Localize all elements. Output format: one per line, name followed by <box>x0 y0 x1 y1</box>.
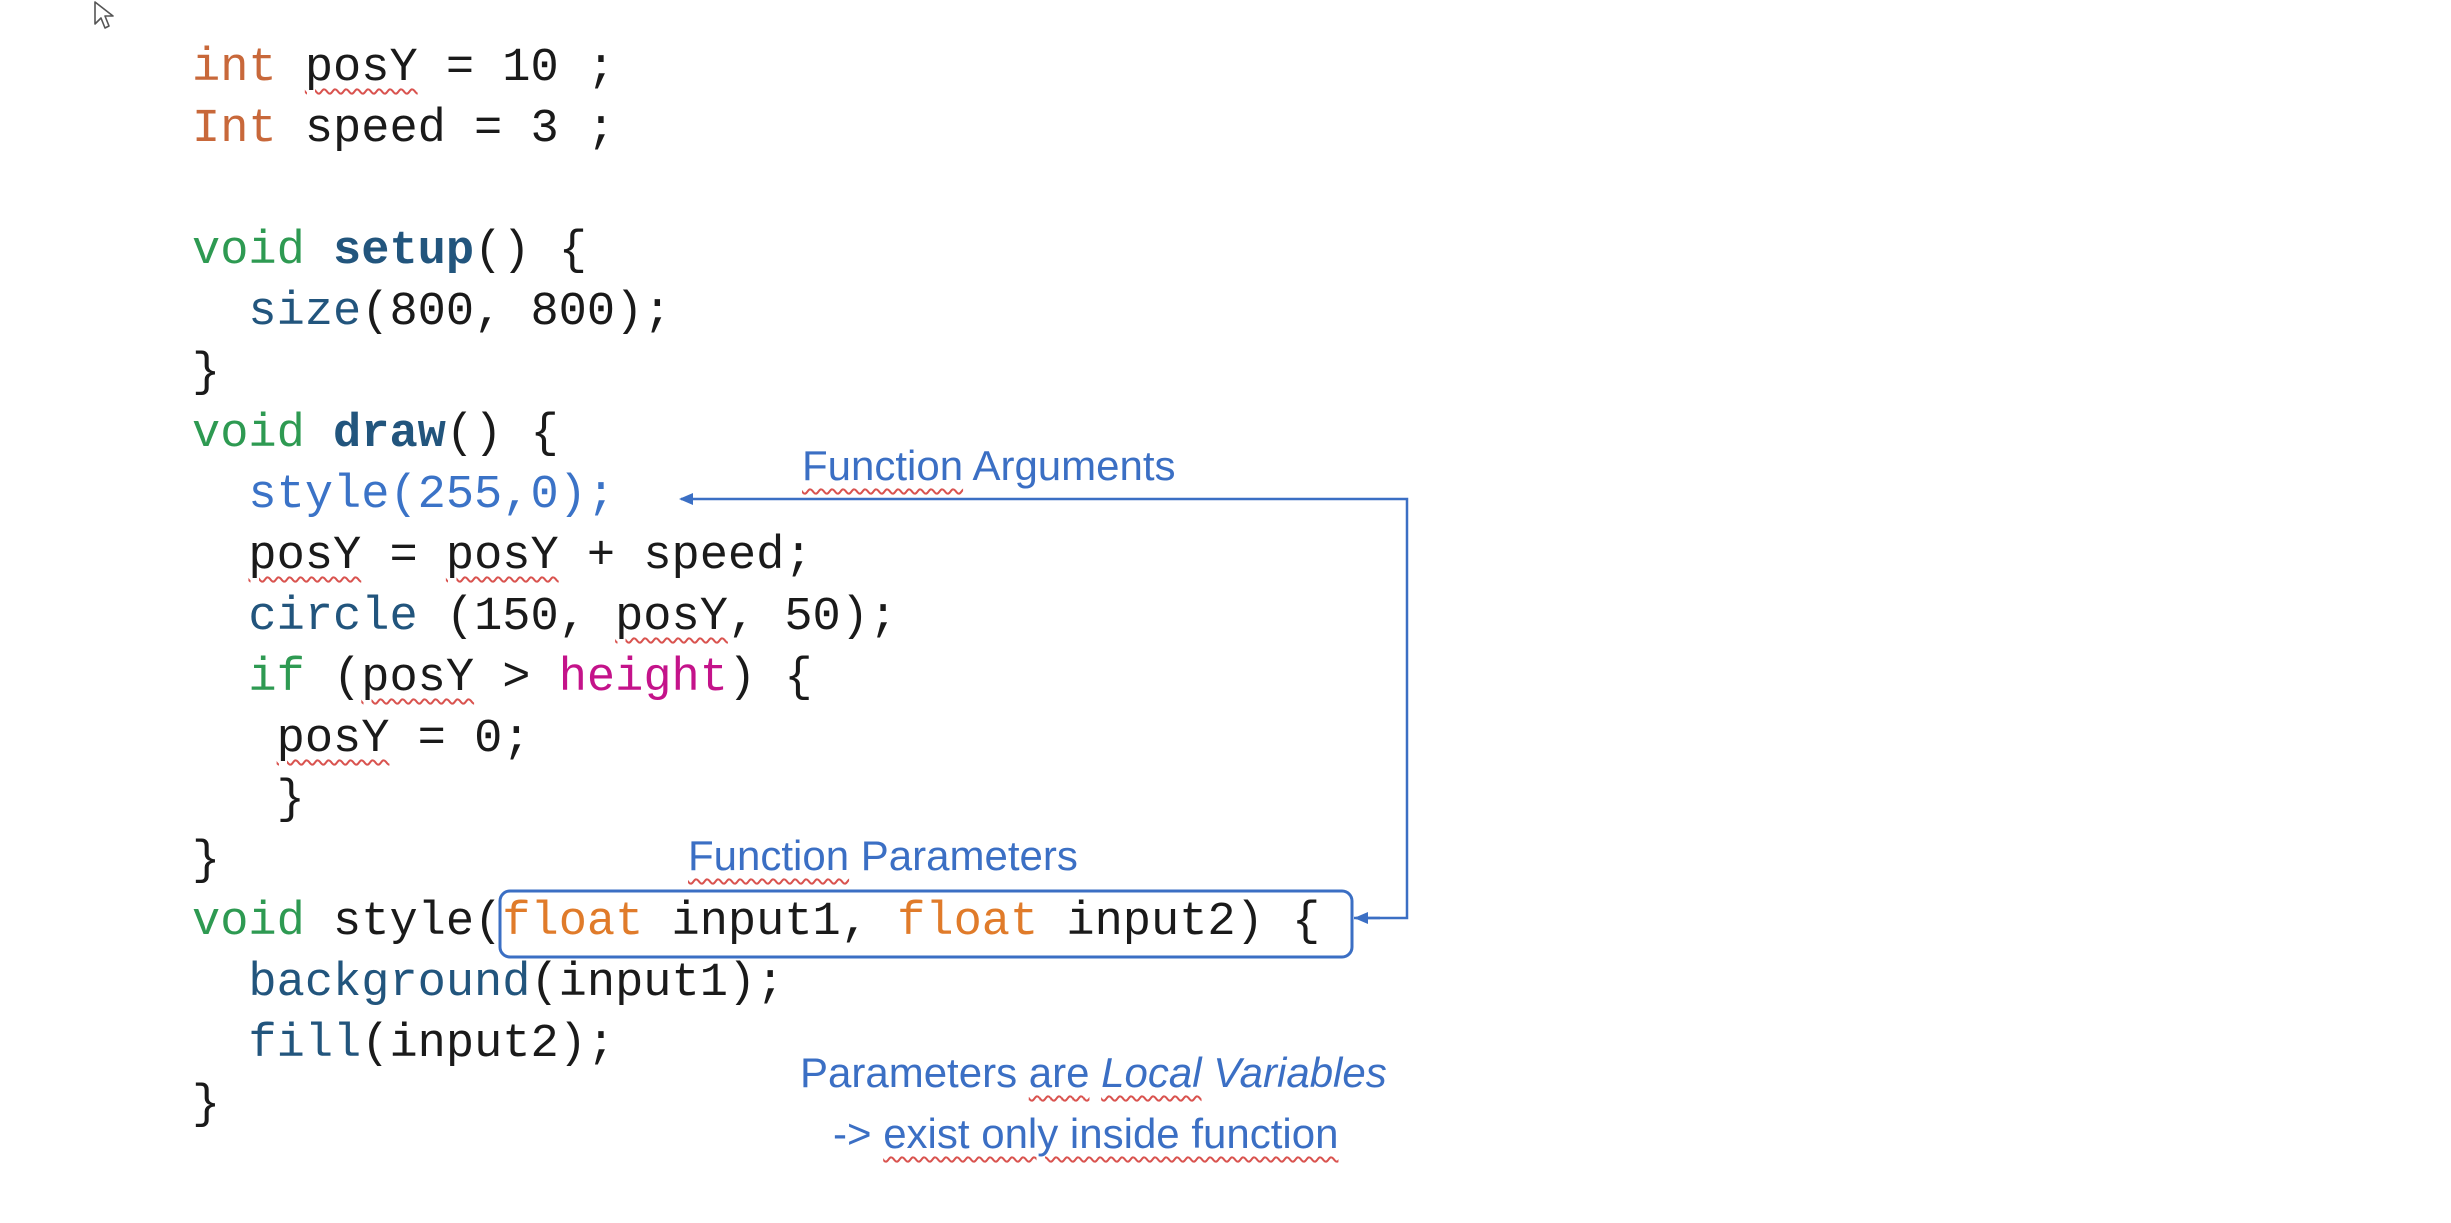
label-word: Function <box>688 832 850 879</box>
note-text: are <box>1028 1049 1090 1096</box>
note-text <box>1089 1049 1101 1096</box>
function-parameters-label: Function Parameters <box>688 835 1078 877</box>
note-emphasis: Local <box>1101 1049 1202 1096</box>
local-variables-note-line2: -> exist only inside function <box>833 1113 1338 1155</box>
label-word: Function <box>802 442 964 489</box>
function-arguments-label: Function Arguments <box>802 445 1176 487</box>
note-text: Parameters <box>800 1049 1029 1096</box>
note-emphasis: Variables <box>1201 1049 1387 1096</box>
annotation-overlay <box>498 493 1409 959</box>
label-word: Arguments <box>963 442 1176 489</box>
local-variables-note-line1: Parameters are Local Variables <box>800 1052 1387 1094</box>
note-text: -> <box>833 1110 884 1157</box>
slide-canvas: int posY = 10 ; Int speed = 3 ; void set… <box>0 0 2451 1223</box>
note-text: exist only inside function <box>883 1110 1339 1157</box>
label-word: Parameters <box>849 832 1078 879</box>
parameters-highlight-box <box>498 889 1354 959</box>
